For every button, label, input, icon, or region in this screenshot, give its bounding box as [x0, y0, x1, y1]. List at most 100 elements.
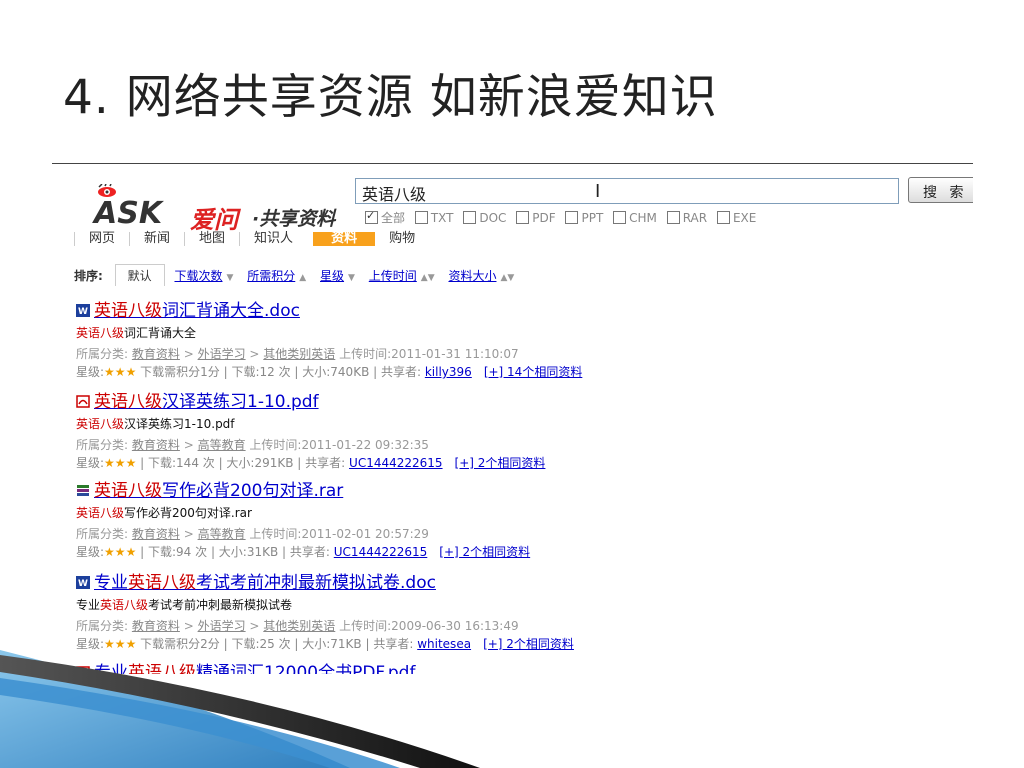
checkbox-icon[interactable]	[565, 211, 579, 224]
stars-label: 星级:	[76, 637, 105, 651]
logo-share-text: ·共享资料	[252, 208, 336, 230]
upload-time: 上传时间:2009-06-30 16:13:49	[339, 619, 519, 633]
checkbox-icon[interactable]	[613, 211, 627, 224]
sort-arrow-icon[interactable]: ▼	[227, 273, 234, 283]
filter-pdf[interactable]: PDF	[516, 211, 556, 225]
nav-shopping[interactable]: 购物	[375, 232, 429, 246]
search-input[interactable]: 英语八级	[355, 178, 899, 204]
keyword-highlight: 英语八级	[76, 506, 125, 520]
checkbox-icon[interactable]	[414, 211, 428, 224]
filter-exe[interactable]: EXE	[716, 211, 757, 225]
title-prefix: 专业	[94, 663, 128, 674]
title-rest: 写作必背200句对译.rar	[162, 481, 344, 501]
title-rest: 汉译英练习1-10.pdf	[162, 392, 319, 412]
category-link[interactable]: 高等教育	[198, 438, 246, 452]
filter-label: CHM	[629, 211, 657, 225]
upload-time: 上传时间:2011-02-01 20:57:29	[249, 527, 429, 541]
checkbox-icon[interactable]	[716, 211, 730, 224]
sharer-link[interactable]: whitesea	[417, 637, 471, 651]
category-link[interactable]: 教育资料	[132, 438, 180, 452]
keyword-highlight: 英语八级	[76, 326, 125, 340]
sort-arrows-icon[interactable]: ▲▼	[500, 273, 514, 283]
category-link[interactable]: 教育资料	[132, 527, 180, 541]
sort-arrow-icon[interactable]: ▲	[299, 273, 306, 283]
keyword-highlight: 英语八级	[100, 598, 149, 612]
sort-default-tab[interactable]: 默认	[114, 264, 165, 286]
star-rating-icon: ★★★	[104, 545, 137, 559]
nav-web[interactable]: 网页	[74, 232, 129, 246]
stars-label: 星级:	[76, 456, 105, 470]
filter-ppt[interactable]: PPT	[565, 211, 603, 225]
sharer-link[interactable]: killy396	[425, 365, 472, 379]
result-title-link[interactable]: W 专业英语八级考试考前冲刺最新模拟试卷.doc	[76, 568, 956, 593]
sort-points[interactable]: 所需积分	[247, 269, 295, 283]
browser-screenshot: ASK 爱问 ·共享资料 英语八级 I 搜 索 全部 TXT DOC PDF P…	[52, 163, 973, 674]
sharer-link[interactable]: UC1444222615	[349, 456, 443, 470]
same-docs-link[interactable]: [+] 14个相同资料	[484, 365, 583, 379]
category-link[interactable]: 外语学习	[198, 619, 246, 633]
nav-map[interactable]: 地图	[184, 232, 239, 246]
category-label: 所属分类:	[76, 527, 129, 541]
word-doc-icon: W	[76, 304, 90, 317]
svg-text:W: W	[78, 307, 88, 317]
filter-rar[interactable]: RAR	[666, 211, 708, 225]
nav-zhishiren[interactable]: 知识人	[239, 232, 307, 246]
search-button[interactable]: 搜 索	[908, 177, 973, 203]
category-link[interactable]: 教育资料	[132, 347, 180, 361]
filter-txt[interactable]: TXT	[414, 211, 454, 225]
filter-label: EXE	[732, 211, 757, 225]
result-title-link[interactable]: 专业英语八级精通词汇12000全书PDF.pdf	[76, 658, 956, 674]
result-category: 所属分类: 教育资料 > 高等教育 上传时间:2011-01-22 09:32:…	[76, 438, 429, 452]
upload-time: 上传时间:2011-01-22 09:32:35	[249, 438, 429, 452]
sort-arrows-icon[interactable]: ▲▼	[421, 273, 435, 283]
checkbox-icon[interactable]	[516, 211, 530, 224]
category-link[interactable]: 其他类别英语	[263, 347, 335, 361]
filter-all[interactable]: 全部	[365, 209, 405, 226]
sort-downloads[interactable]: 下载次数	[174, 269, 222, 283]
text-cursor-icon: I	[595, 181, 601, 202]
checkbox-checked-icon[interactable]	[365, 209, 378, 224]
sharer-link[interactable]: UC1444222615	[334, 545, 428, 559]
meta-text: | 下载:94 次 | 大小:31KB | 共享者:	[136, 545, 330, 559]
same-docs-link[interactable]: [+] 2个相同资料	[483, 637, 574, 651]
checkbox-icon[interactable]	[666, 211, 680, 224]
sort-upload-time[interactable]: 上传时间	[369, 269, 417, 283]
filter-doc[interactable]: DOC	[463, 211, 506, 225]
category-link[interactable]: 教育资料	[132, 619, 180, 633]
result-snippet: 英语八级词汇背诵大全	[76, 324, 956, 341]
filter-label: RAR	[682, 211, 708, 225]
category-link[interactable]: 外语学习	[198, 347, 246, 361]
rar-icon	[77, 485, 89, 496]
snippet-rest: 汉译英练习1-10.pdf	[124, 417, 235, 431]
result-title-link[interactable]: 英语八级汉译英练习1-10.pdf	[76, 387, 956, 412]
upload-time: 上传时间:2011-01-31 11:10:07	[339, 347, 519, 361]
result-meta: 星级:★★★ 下载需积分1分 | 下载:12 次 | 大小:740KB | 共享…	[76, 363, 956, 380]
meta-text: | 下载:144 次 | 大小:291KB | 共享者:	[136, 456, 346, 470]
nav-ziliao-active[interactable]: 资料	[313, 232, 376, 246]
keyword-highlight: 英语八级	[128, 573, 196, 593]
title-rest: 精通词汇12000全书PDF.pdf	[196, 663, 416, 674]
nav-news[interactable]: 新闻	[129, 232, 184, 246]
result-meta: 星级:★★★ | 下载:144 次 | 大小:291KB | 共享者: UC14…	[76, 454, 956, 471]
same-docs-link[interactable]: [+] 2个相同资料	[455, 456, 546, 470]
iask-logo[interactable]: ASK 爱问 ·共享资料	[72, 172, 352, 234]
sort-arrow-icon[interactable]: ▼	[348, 273, 355, 283]
filter-label: DOC	[479, 211, 507, 225]
filter-chm[interactable]: CHM	[613, 211, 657, 225]
keyword-highlight: 英语八级	[94, 392, 162, 412]
category-link[interactable]: 其他类别英语	[263, 619, 335, 633]
result-title-link[interactable]: W 英语八级词汇背诵大全.doc	[76, 296, 956, 321]
filter-label: PDF	[532, 211, 556, 225]
checkbox-icon[interactable]	[463, 211, 477, 224]
category-label: 所属分类:	[76, 347, 129, 361]
result-snippet: 英语八级写作必背200句对译.rar	[76, 504, 956, 521]
same-docs-link[interactable]: [+] 2个相同资料	[439, 545, 530, 559]
result-meta: 星级:★★★ | 下载:94 次 | 大小:31KB | 共享者: UC1444…	[76, 543, 956, 560]
result-title-link[interactable]: 英语八级写作必背200句对译.rar	[76, 476, 956, 501]
category-link[interactable]: 高等教育	[198, 527, 246, 541]
title-rest: 考试考前冲刺最新模拟试卷.doc	[196, 573, 436, 593]
sort-size[interactable]: 资料大小	[448, 269, 496, 283]
sort-stars[interactable]: 星级	[320, 269, 344, 283]
snippet-prefix: 专业	[76, 598, 101, 612]
snippet-rest: 词汇背诵大全	[124, 326, 197, 340]
